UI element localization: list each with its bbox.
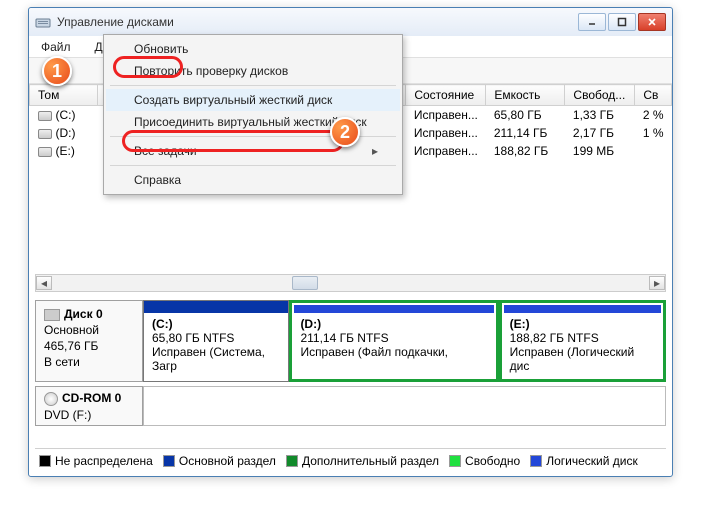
- volume-icon: [38, 111, 52, 121]
- scroll-thumb[interactable]: [292, 276, 318, 290]
- legend-logical: Логический диск: [530, 454, 638, 468]
- close-button[interactable]: [638, 13, 666, 31]
- legend-primary: Основной раздел: [163, 454, 276, 468]
- menu-create-vhd[interactable]: Создать виртуальный жесткий диск: [106, 89, 400, 111]
- cdrom-header[interactable]: CD-ROM 0 DVD (F:): [35, 386, 143, 426]
- legend: Не распределена Основной раздел Дополнит…: [35, 448, 666, 472]
- menu-help-item[interactable]: Справка: [106, 169, 400, 191]
- callout-1: 1: [42, 56, 72, 86]
- callout-2: 2: [330, 117, 360, 147]
- menubar: Файл Действие Вид Справка Обновить Повто…: [29, 36, 672, 58]
- graphical-view: Диск 0 Основной 465,76 ГБ В сети (C:) 65…: [35, 300, 666, 442]
- menu-rescan[interactable]: Повторить проверку дисков: [106, 60, 400, 82]
- titlebar: Управление дисками: [29, 8, 672, 36]
- legend-free: Свободно: [449, 454, 520, 468]
- col-pct[interactable]: Св: [635, 85, 672, 106]
- maximize-button[interactable]: [608, 13, 636, 31]
- volume-icon: [38, 129, 52, 139]
- horizontal-scrollbar[interactable]: ◂ ▸: [35, 274, 666, 292]
- disk-row-cdrom: CD-ROM 0 DVD (F:): [35, 386, 666, 426]
- col-volume[interactable]: Том: [30, 85, 98, 106]
- scroll-right-icon[interactable]: ▸: [649, 276, 665, 290]
- menu-refresh[interactable]: Обновить: [106, 38, 400, 60]
- cd-icon: [44, 392, 58, 406]
- disk-header[interactable]: Диск 0 Основной 465,76 ГБ В сети: [35, 300, 143, 382]
- partition-e[interactable]: (E:) 188,82 ГБ NTFS Исправен (Логический…: [499, 300, 666, 382]
- disk-management-window: Управление дисками Файл Действие Вид Спр…: [28, 7, 673, 477]
- volume-icon: [38, 147, 52, 157]
- disk-row-0: Диск 0 Основной 465,76 ГБ В сети (C:) 65…: [35, 300, 666, 382]
- col-free[interactable]: Свобод...: [565, 85, 635, 106]
- menu-all-tasks[interactable]: Все задачи: [106, 140, 400, 162]
- window-title: Управление дисками: [57, 15, 174, 29]
- legend-extended: Дополнительный раздел: [286, 454, 439, 468]
- partition-c[interactable]: (C:) 65,80 ГБ NTFS Исправен (Система, За…: [143, 300, 289, 382]
- col-status[interactable]: Состояние: [406, 85, 486, 106]
- scroll-left-icon[interactable]: ◂: [36, 276, 52, 290]
- partition-d[interactable]: (D:) 211,14 ГБ NTFS Исправен (Файл подка…: [289, 300, 498, 382]
- legend-unallocated: Не распределена: [39, 454, 153, 468]
- app-icon: [35, 14, 51, 30]
- disk-icon: [44, 309, 60, 321]
- menu-file[interactable]: Файл: [35, 38, 77, 56]
- action-dropdown: Обновить Повторить проверку дисков Созда…: [103, 34, 403, 195]
- minimize-button[interactable]: [578, 13, 606, 31]
- col-capacity[interactable]: Емкость: [486, 85, 565, 106]
